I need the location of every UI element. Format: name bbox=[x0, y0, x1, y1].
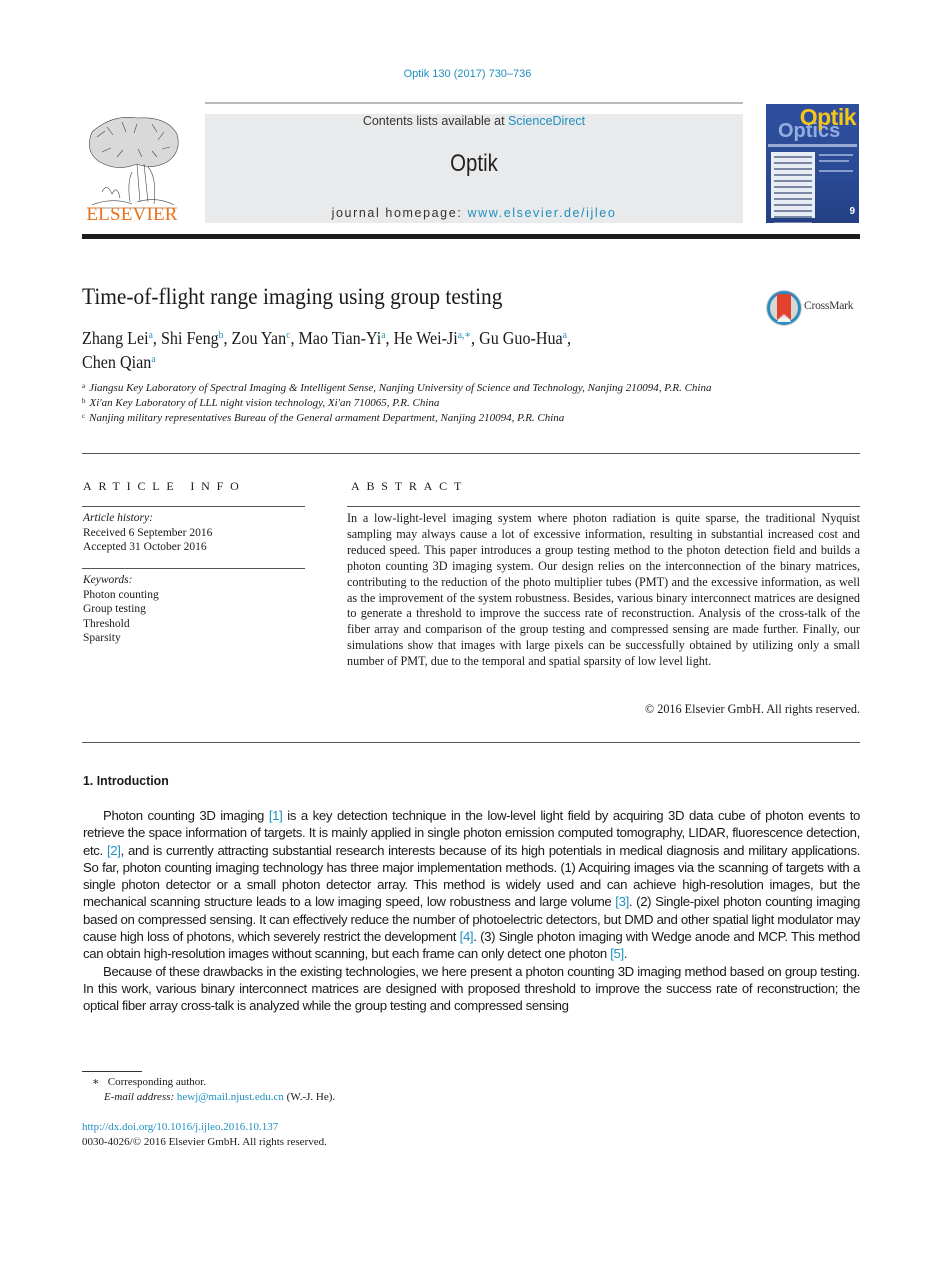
cover-issue-number: 9 bbox=[849, 206, 855, 217]
text-run: . bbox=[623, 946, 628, 962]
cover-contents-box bbox=[771, 152, 815, 223]
affiliation-key: c bbox=[82, 412, 86, 420]
affiliation-b: b Xi'an Key Laboratory of LLL night visio… bbox=[82, 396, 742, 411]
journal-banner: Contents lists available at ScienceDirec… bbox=[205, 114, 743, 223]
keywords: Keywords: Photon counting Group testing … bbox=[83, 573, 159, 646]
affiliation-text: Nanjing military representatives Bureau … bbox=[89, 412, 565, 424]
journal-cover-image[interactable]: Optics Optik 9 bbox=[766, 104, 859, 223]
abstract-divider bbox=[347, 506, 860, 507]
email-note: E-mail address: hewj@mail.njust.edu.cn (… bbox=[92, 1090, 335, 1105]
introduction-body: Photon counting 3D imaging [1] is a key … bbox=[83, 807, 860, 1015]
text-run: Photon counting 3D imaging bbox=[103, 808, 269, 823]
sciencedirect-link[interactable]: ScienceDirect bbox=[508, 114, 585, 128]
introduction-heading: 1. Introduction bbox=[83, 773, 169, 788]
affiliations: a Jiangsu Key Laboratory of Spectral Imag… bbox=[82, 381, 742, 426]
footnote-star: ∗ bbox=[92, 1076, 100, 1088]
abstract-heading: ABSTRACT bbox=[351, 479, 469, 493]
journal-homepage-link[interactable]: www.elsevier.de/ijleo bbox=[467, 206, 616, 220]
author[interactable]: Gu Guo-Hua bbox=[479, 328, 563, 348]
contents-prefix: Contents lists available at bbox=[362, 114, 509, 128]
received-date: Received 6 September 2016 bbox=[83, 526, 213, 539]
article-info-divider bbox=[82, 568, 305, 569]
cover-subtitle-bar bbox=[768, 144, 857, 147]
author-affiliation-marker[interactable]: a bbox=[149, 330, 153, 341]
crossmark-label[interactable]: CrossMark bbox=[804, 300, 854, 312]
keyword: Sparsity bbox=[83, 632, 121, 644]
author[interactable]: Shi Feng bbox=[161, 328, 219, 348]
citation-link[interactable]: [4] bbox=[460, 929, 474, 944]
author-affiliation-marker[interactable]: a,∗ bbox=[458, 330, 471, 341]
doi-link[interactable]: http://dx.doi.org/10.1016/j.ijleo.2016.1… bbox=[82, 1120, 327, 1135]
contents-line: Contents lists available at ScienceDirec… bbox=[205, 114, 743, 128]
author[interactable]: Zhang Lei bbox=[82, 328, 149, 348]
author[interactable]: Chen Qian bbox=[82, 352, 151, 372]
header-thick-rule bbox=[82, 234, 860, 239]
author-affiliation-marker[interactable]: a bbox=[563, 330, 567, 341]
keyword: Photon counting bbox=[83, 588, 159, 601]
abstract-copyright: © 2016 Elsevier GmbH. All rights reserve… bbox=[644, 702, 860, 716]
abstract-text: In a low-light-level imaging system wher… bbox=[347, 511, 860, 669]
article-history: Article history: Received 6 September 20… bbox=[83, 511, 212, 555]
section-divider bbox=[82, 453, 860, 454]
keywords-label: Keywords: bbox=[83, 574, 133, 586]
paragraph: Because of these drawbacks in the existi… bbox=[83, 963, 860, 1014]
citation-link[interactable]: [3] bbox=[615, 894, 629, 909]
author-affiliation-marker[interactable]: c bbox=[286, 330, 290, 341]
author-affiliation-marker[interactable]: a bbox=[151, 354, 155, 365]
paragraph: Photon counting 3D imaging [1] is a key … bbox=[83, 807, 860, 963]
cover-optik-title: Optik bbox=[799, 104, 857, 130]
homepage-prefix: journal homepage: bbox=[331, 206, 468, 220]
citation-link[interactable]: [1] bbox=[269, 808, 283, 823]
affiliation-text: Jiangsu Key Laboratory of Spectral Imagi… bbox=[89, 382, 712, 394]
cover-line bbox=[819, 154, 853, 156]
article-info-divider bbox=[82, 506, 305, 507]
homepage-line: journal homepage: www.elsevier.de/ijleo bbox=[205, 206, 743, 220]
affiliation-key: b bbox=[82, 397, 86, 405]
accepted-date: Accepted 31 October 2016 bbox=[83, 541, 207, 553]
keyword: Threshold bbox=[83, 617, 130, 630]
affiliation-a: a Jiangsu Key Laboratory of Spectral Imag… bbox=[82, 381, 742, 396]
author-affiliation-marker[interactable]: b bbox=[219, 330, 224, 341]
article-title: Time-of-flight range imaging using group… bbox=[82, 284, 503, 309]
elsevier-wordmark: ELSEVIER bbox=[86, 204, 178, 225]
footnote-rule bbox=[82, 1071, 142, 1072]
cover-line bbox=[819, 160, 849, 162]
journal-name: Optik bbox=[450, 150, 498, 177]
issn-copyright: 0030-4026/© 2016 Elsevier GmbH. All righ… bbox=[82, 1136, 327, 1148]
corresponding-text: Corresponding author. bbox=[107, 1076, 207, 1088]
cover-line bbox=[819, 170, 853, 172]
affiliation-text: Xi'an Key Laboratory of LLL night vision… bbox=[89, 397, 440, 409]
header-divider bbox=[205, 102, 743, 104]
email-suffix: (W.-J. He). bbox=[283, 1090, 336, 1103]
author[interactable]: He Wei-Ji bbox=[394, 328, 458, 348]
article-history-label: Article history: bbox=[83, 512, 153, 524]
journal-reference-link[interactable]: Optik 130 (2017) 730–736 bbox=[0, 68, 935, 80]
citation-link[interactable]: [5] bbox=[610, 946, 624, 961]
author-list: Zhang Leia, Shi Fengb, Zou Yanc, Mao Tia… bbox=[82, 328, 572, 372]
email-link[interactable]: hewj@mail.njust.edu.cn bbox=[177, 1091, 284, 1103]
section-divider bbox=[82, 742, 860, 743]
crossmark-icon[interactable] bbox=[765, 288, 803, 328]
affiliation-key: a bbox=[82, 382, 86, 390]
author-affiliation-marker[interactable]: a bbox=[381, 330, 385, 341]
affiliation-c: c Nanjing military representatives Bureau… bbox=[82, 411, 742, 426]
email-label: E-mail address: bbox=[104, 1090, 177, 1103]
footnotes: ∗ Corresponding author. E-mail address: … bbox=[92, 1075, 335, 1104]
keyword: Group testing bbox=[83, 603, 146, 615]
doi-block: http://dx.doi.org/10.1016/j.ijleo.2016.1… bbox=[82, 1120, 327, 1150]
author[interactable]: Zou Yan bbox=[232, 328, 287, 348]
corresponding-author-note: ∗ Corresponding author. bbox=[92, 1075, 335, 1090]
author[interactable]: Mao Tian-Yi bbox=[298, 328, 381, 348]
citation-link[interactable]: [2] bbox=[107, 843, 121, 858]
article-info-heading: ARTICLE INFO bbox=[83, 479, 246, 493]
